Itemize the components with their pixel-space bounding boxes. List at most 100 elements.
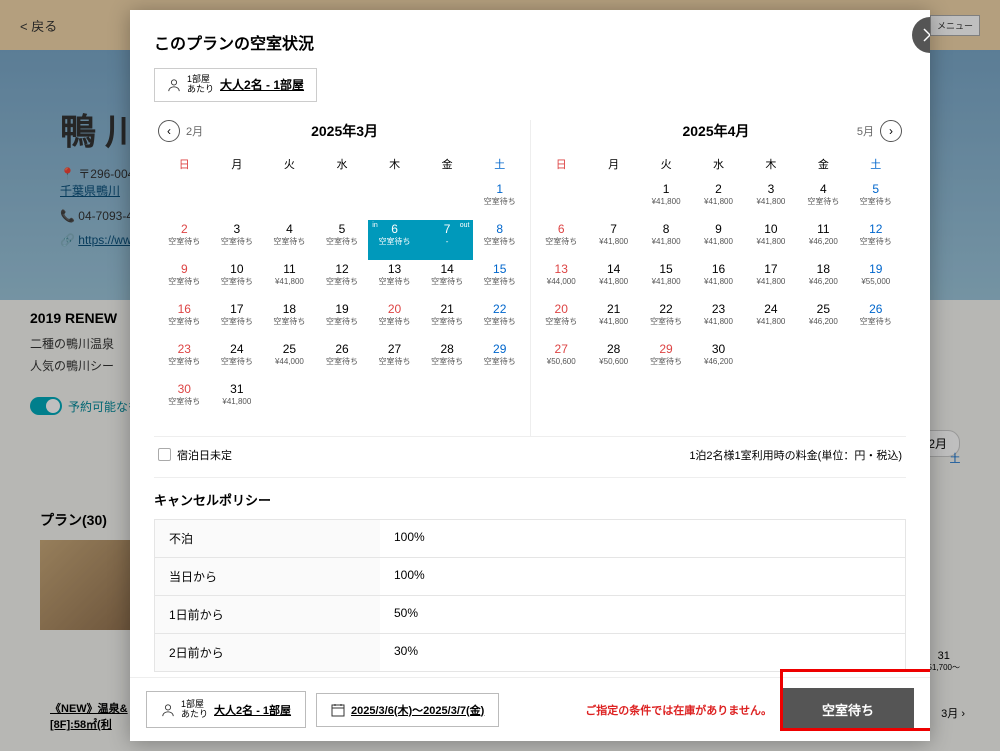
calendar-day[interactable]: 15空室待ち xyxy=(473,260,526,300)
close-icon xyxy=(923,28,930,42)
calendar-day[interactable]: 27空室待ち xyxy=(368,340,421,380)
calendar-title-april: 2025年4月 xyxy=(682,121,749,141)
calendar-day[interactable]: 16空室待ち xyxy=(158,300,211,340)
waitlist-button[interactable]: 空室待ち xyxy=(782,688,914,731)
calendar-day[interactable]: 29空室待ち xyxy=(473,340,526,380)
calendar-day[interactable]: in6空室待ち xyxy=(368,220,421,260)
calendar-day[interactable]: 19¥55,000 xyxy=(850,260,902,300)
calendar-day[interactable]: 10空室待ち xyxy=(211,260,264,300)
calendar-day[interactable]: 1空室待ち xyxy=(473,180,526,220)
calendar-day[interactable]: 27¥50,600 xyxy=(535,340,587,380)
calendar-day[interactable]: out7- xyxy=(421,220,474,260)
calendar-grid-march: 1空室待ち 2空室待ち3空室待ち4空室待ち5空室待ちin6空室待ちout7-8空室… xyxy=(158,180,526,420)
calendar-day[interactable]: 16¥41,800 xyxy=(692,260,744,300)
calendar-day[interactable]: 5空室待ち xyxy=(850,180,902,220)
calendar-day[interactable]: 13¥44,000 xyxy=(535,260,587,300)
calendar-day[interactable]: 25¥46,200 xyxy=(797,300,849,340)
calendar-day[interactable]: 14空室待ち xyxy=(421,260,474,300)
calendar-day xyxy=(211,180,264,220)
calendar-day[interactable]: 30空室待ち xyxy=(158,380,211,420)
calendars: ‹ 2月 2025年3月 日月火水木金土 1空室待ち2空室待ち3空室待ち4空室待… xyxy=(154,120,906,437)
calendar-day[interactable]: 8¥41,800 xyxy=(640,220,692,260)
next-month-label: 5月 xyxy=(857,123,874,139)
prev-month-button[interactable]: ‹ xyxy=(158,120,180,142)
calendar-day[interactable]: 21空室待ち xyxy=(421,300,474,340)
calendar-day[interactable]: 15¥41,800 xyxy=(640,260,692,300)
undated-label: 宿泊日未定 xyxy=(177,447,232,463)
person-icon xyxy=(161,703,175,717)
calendar-day xyxy=(316,180,369,220)
calendar-day xyxy=(587,180,639,220)
calendar-day[interactable]: 18¥46,200 xyxy=(797,260,849,300)
calendar-day[interactable]: 23¥41,800 xyxy=(692,300,744,340)
calendar-day xyxy=(158,180,211,220)
calendar-day[interactable]: 12空室待ち xyxy=(316,260,369,300)
weekday-header: 日月火水木金土 xyxy=(158,152,526,176)
calendar-day[interactable]: 14¥41,800 xyxy=(587,260,639,300)
calendar-april: 2025年4月 5月 › 日月火水木金土 1¥41,8002¥41,8003¥4… xyxy=(530,120,906,436)
policy-title: キャンセルポリシー xyxy=(154,490,906,509)
weekday-header: 日月火水木金土 xyxy=(535,152,902,176)
calendar-day[interactable]: 2空室待ち xyxy=(158,220,211,260)
calendar-day[interactable]: 30¥46,200 xyxy=(692,340,744,380)
calendar-day[interactable]: 6空室待ち xyxy=(535,220,587,260)
prev-month-label: 2月 xyxy=(186,123,203,139)
person-icon xyxy=(167,78,181,92)
calendar-day[interactable]: 2¥41,800 xyxy=(692,180,744,220)
calendar-day[interactable]: 20空室待ち xyxy=(535,300,587,340)
modal-footer: 1部屋あたり 大人2名 - 1部屋 2025/3/6(木)～2025/3/7(金… xyxy=(130,677,930,741)
calendar-day[interactable]: 1¥41,800 xyxy=(640,180,692,220)
calendar-day xyxy=(368,380,421,420)
calendar-day[interactable]: 13空室待ち xyxy=(368,260,421,300)
undated-checkbox[interactable]: 宿泊日未定 xyxy=(158,447,232,463)
calendar-day[interactable]: 19空室待ち xyxy=(316,300,369,340)
calendar-day[interactable]: 26空室待ち xyxy=(316,340,369,380)
policy-row: 当日から100% xyxy=(154,558,906,596)
calendar-march: ‹ 2月 2025年3月 日月火水木金土 1空室待ち 2空室待ち3空室待ち4空室待… xyxy=(154,120,530,436)
calendar-day[interactable]: 17¥41,800 xyxy=(745,260,797,300)
footer-occupancy[interactable]: 1部屋あたり 大人2名 - 1部屋 xyxy=(146,691,306,729)
close-button[interactable] xyxy=(912,17,930,53)
calendar-day[interactable]: 24¥41,800 xyxy=(745,300,797,340)
calendar-day[interactable]: 12空室待ち xyxy=(850,220,902,260)
calendar-day[interactable]: 3¥41,800 xyxy=(745,180,797,220)
calendar-day xyxy=(368,180,421,220)
calendar-day[interactable]: 11¥41,800 xyxy=(263,260,316,300)
footer-dates[interactable]: 2025/3/6(木)～2025/3/7(金) xyxy=(316,693,499,727)
calendar-day[interactable]: 9空室待ち xyxy=(158,260,211,300)
calendar-day[interactable]: 22空室待ち xyxy=(640,300,692,340)
calendar-day[interactable]: 26空室待ち xyxy=(850,300,902,340)
calendar-day[interactable]: 20空室待ち xyxy=(368,300,421,340)
calendar-day[interactable]: 5空室待ち xyxy=(316,220,369,260)
calendar-day xyxy=(421,380,474,420)
calendar-day[interactable]: 29空室待ち xyxy=(640,340,692,380)
calendar-day[interactable]: 8空室待ち xyxy=(473,220,526,260)
calendar-day xyxy=(850,340,902,380)
calendar-day[interactable]: 10¥41,800 xyxy=(745,220,797,260)
calendar-day[interactable]: 25¥44,000 xyxy=(263,340,316,380)
calendar-day[interactable]: 9¥41,800 xyxy=(692,220,744,260)
calendar-day[interactable]: 3空室待ち xyxy=(211,220,264,260)
calendar-day[interactable]: 28空室待ち xyxy=(421,340,474,380)
calendar-day[interactable]: 4空室待ち xyxy=(263,220,316,260)
calendar-day[interactable]: 24空室待ち xyxy=(211,340,264,380)
cancel-policy: キャンセルポリシー 不泊100%当日から100%1日前から50%2日前から30% xyxy=(154,490,906,672)
calendar-day xyxy=(263,180,316,220)
calendar-day[interactable]: 21¥41,800 xyxy=(587,300,639,340)
calendar-day[interactable]: 4空室待ち xyxy=(797,180,849,220)
calendar-day[interactable]: 7¥41,800 xyxy=(587,220,639,260)
occupancy-selector[interactable]: 1部屋あたり 大人2名 - 1部屋 xyxy=(154,68,317,102)
availability-modal: このプランの空室状況 1部屋あたり 大人2名 - 1部屋 ‹ 2月 2025年3… xyxy=(130,10,930,741)
calendar-day[interactable]: 17空室待ち xyxy=(211,300,264,340)
calendar-day[interactable]: 31¥41,800 xyxy=(211,380,264,420)
calendar-day[interactable]: 23空室待ち xyxy=(158,340,211,380)
modal-title: このプランの空室状況 xyxy=(154,30,906,54)
calendar-day[interactable]: 22空室待ち xyxy=(473,300,526,340)
policy-row: 1日前から50% xyxy=(154,596,906,634)
calendar-day[interactable]: 18空室待ち xyxy=(263,300,316,340)
calendar-title-march: 2025年3月 xyxy=(311,121,378,141)
error-message: ご指定の条件では在庫がありません。 xyxy=(585,702,772,718)
next-month-button[interactable]: › xyxy=(880,120,902,142)
calendar-day[interactable]: 11¥46,200 xyxy=(797,220,849,260)
calendar-day[interactable]: 28¥50,600 xyxy=(587,340,639,380)
